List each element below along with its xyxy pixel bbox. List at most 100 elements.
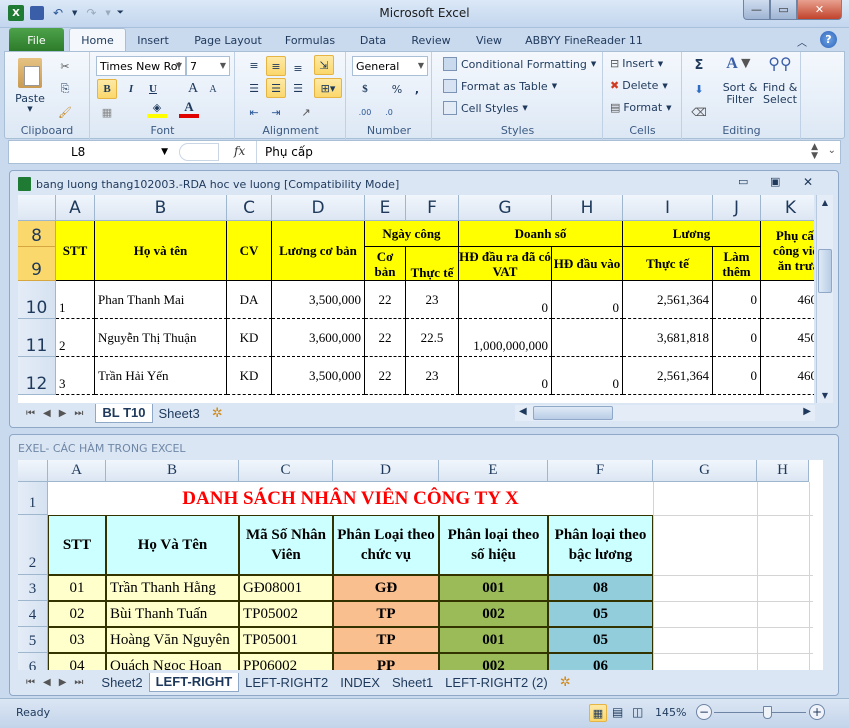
- cell-base-salary[interactable]: 3,500,000: [272, 281, 365, 319]
- header-lam-them[interactable]: Làm thêm: [713, 247, 761, 281]
- row2-header-3[interactable]: 3: [18, 575, 48, 601]
- autosum-button[interactable]: Σ: [689, 55, 709, 75]
- increase-indent-icon[interactable]: ⇥: [266, 102, 286, 122]
- cut-icon[interactable]: ✂: [55, 56, 75, 76]
- sheet-tab-left-right2-2[interactable]: LEFT-RIGHT2 (2): [439, 673, 554, 692]
- cell2-so-hieu[interactable]: 001: [439, 575, 548, 601]
- clear-icon[interactable]: ⌫: [689, 102, 709, 122]
- currency-button[interactable]: $: [355, 79, 375, 99]
- cell-name[interactable]: Nguyễn Thị Thuận: [95, 319, 227, 357]
- align-right-icon[interactable]: ☰: [288, 78, 308, 98]
- cell2-bac-luong[interactable]: 05: [548, 627, 653, 653]
- tab-data[interactable]: Data: [355, 28, 391, 52]
- cell-hd-dau-ra[interactable]: 1,000,000,000: [459, 319, 552, 357]
- cell-thuc-te[interactable]: 23: [406, 281, 459, 319]
- col2-header-G[interactable]: G: [653, 460, 757, 482]
- cell-base-salary[interactable]: 3,500,000: [272, 357, 365, 395]
- row-header-8[interactable]: 8: [18, 221, 56, 247]
- tab-insert[interactable]: Insert: [130, 28, 176, 52]
- col-header-C[interactable]: C: [227, 195, 272, 221]
- cell2-stt[interactable]: 03: [48, 627, 106, 653]
- cell-stt[interactable]: 3: [56, 357, 95, 395]
- sheet-tab-bl-t10[interactable]: BL T10: [95, 403, 153, 423]
- zoom-slider-track[interactable]: [714, 712, 806, 713]
- bold-button[interactable]: B: [97, 79, 117, 99]
- prev-sheet-icon-2[interactable]: ◀: [43, 677, 51, 688]
- col2-header-H[interactable]: H: [757, 460, 809, 482]
- align-bottom-icon[interactable]: ≡: [288, 58, 308, 78]
- row-header-9[interactable]: 9: [18, 247, 56, 281]
- cell2-stt[interactable]: 01: [48, 575, 106, 601]
- cell2-ma-so[interactable]: TP05001: [239, 627, 333, 653]
- page-break-view-icon[interactable]: ◫: [632, 705, 643, 719]
- tab-view[interactable]: View: [470, 28, 508, 52]
- formula-scroll-icon[interactable]: ▲ ▼: [811, 143, 818, 161]
- delete-cells-button[interactable]: ✖ Delete ▼: [610, 79, 668, 92]
- insert-sheet-icon[interactable]: ✲: [206, 404, 229, 423]
- font-name-select[interactable]: Times New Roi ▼: [96, 56, 186, 76]
- next-sheet-icon-2[interactable]: ▶: [59, 677, 67, 688]
- merge-center-icon[interactable]: ⊞▾: [314, 78, 342, 98]
- header-doanh-so[interactable]: Doanh số: [459, 221, 623, 247]
- row-header-10[interactable]: 10: [18, 281, 56, 319]
- cell-hd-dau-vao[interactable]: 0: [552, 357, 623, 395]
- header-cv[interactable]: CV: [227, 221, 272, 281]
- format-painter-icon[interactable]: 🖌: [55, 102, 75, 122]
- sheet-tab-sheet3[interactable]: Sheet3: [153, 404, 206, 423]
- header-luong[interactable]: Lương: [623, 221, 761, 247]
- tab-page-layout[interactable]: Page Layout: [190, 28, 266, 52]
- sheet-title[interactable]: DANH SÁCH NHÂN VIÊN CÔNG TY X: [48, 482, 653, 515]
- header-phu-cap[interactable]: Phụ cấp công việc ăn trưa: [761, 221, 814, 281]
- col-header-I[interactable]: I: [623, 195, 713, 221]
- formula-input[interactable]: Phụ cấp: [256, 141, 806, 163]
- number-format-select[interactable]: General ▼: [352, 56, 428, 76]
- first-sheet-icon[interactable]: ⏮: [26, 408, 35, 419]
- cell-co-ban[interactable]: 22: [365, 281, 406, 319]
- tab-review[interactable]: Review: [406, 28, 456, 52]
- col-header-K[interactable]: K: [761, 195, 814, 221]
- row2-header-4[interactable]: 4: [18, 601, 48, 627]
- cell-phu-cap[interactable]: 460: [761, 357, 814, 395]
- last-sheet-icon-2[interactable]: ⏭: [74, 677, 83, 688]
- cell-name[interactable]: Phan Thanh Mai: [95, 281, 227, 319]
- sheet-tab-sheet1[interactable]: Sheet1: [386, 673, 439, 692]
- cell-hd-dau-vao[interactable]: 0: [552, 281, 623, 319]
- horizontal-scroll-thumb-1[interactable]: [533, 406, 613, 420]
- vertical-scroll-thumb-1[interactable]: [818, 249, 832, 293]
- vertical-scrollbar-1[interactable]: ▲ ▼: [816, 195, 833, 403]
- col-header-D[interactable]: D: [272, 195, 365, 221]
- cell-cv[interactable]: DA: [227, 281, 272, 319]
- row-header-12[interactable]: 12: [18, 357, 56, 395]
- worksheet-grid-2[interactable]: A B C D E F G H 1 2 3 4 5 6 DANH SÁCH NH…: [18, 460, 823, 670]
- formula-bar-splitter[interactable]: [179, 143, 219, 161]
- col-header-F[interactable]: F: [406, 195, 459, 221]
- col-header-J[interactable]: J: [713, 195, 761, 221]
- cell2-chuc-vu[interactable]: TP: [333, 601, 439, 627]
- expand-formula-bar-icon[interactable]: ⌄: [828, 145, 836, 156]
- sheet-tab-index[interactable]: INDEX: [334, 673, 386, 692]
- col-header-H[interactable]: H: [552, 195, 623, 221]
- format-as-table-button[interactable]: Format as Table ▼: [443, 79, 557, 93]
- cell2-name[interactable]: Bùi Thanh Tuấn: [106, 601, 239, 627]
- cell2-ma-so[interactable]: TP05002: [239, 601, 333, 627]
- zoom-out-button[interactable]: −: [696, 704, 712, 720]
- cell2-so-hieu[interactable]: 002: [439, 601, 548, 627]
- decrease-decimal-icon[interactable]: .0: [379, 102, 399, 122]
- col2-header-B[interactable]: B: [106, 460, 239, 482]
- cell-lam-them[interactable]: 0: [713, 357, 761, 395]
- header2-chuc-vu[interactable]: Phân Loại theo chức vụ: [333, 515, 439, 575]
- insert-cells-button[interactable]: ⊟ Insert ▼: [610, 57, 663, 70]
- align-middle-icon[interactable]: ≡: [266, 56, 286, 76]
- wb1-close-icon[interactable]: ✕: [803, 175, 813, 189]
- zoom-in-button[interactable]: +: [809, 704, 825, 720]
- zoom-slider-thumb[interactable]: [762, 706, 772, 719]
- font-color-icon[interactable]: A: [179, 99, 199, 118]
- cell2-bac-luong[interactable]: 08: [548, 575, 653, 601]
- col2-header-C[interactable]: C: [239, 460, 333, 482]
- cell-stt[interactable]: 2: [56, 319, 95, 357]
- cell2-name[interactable]: Hoàng Văn Nguyên: [106, 627, 239, 653]
- cell2-ma-so[interactable]: GĐ08001: [239, 575, 333, 601]
- cell2-chuc-vu[interactable]: GĐ: [333, 575, 439, 601]
- cell-co-ban[interactable]: 22: [365, 357, 406, 395]
- sheet-tab-left-right[interactable]: LEFT-RIGHT: [148, 672, 240, 692]
